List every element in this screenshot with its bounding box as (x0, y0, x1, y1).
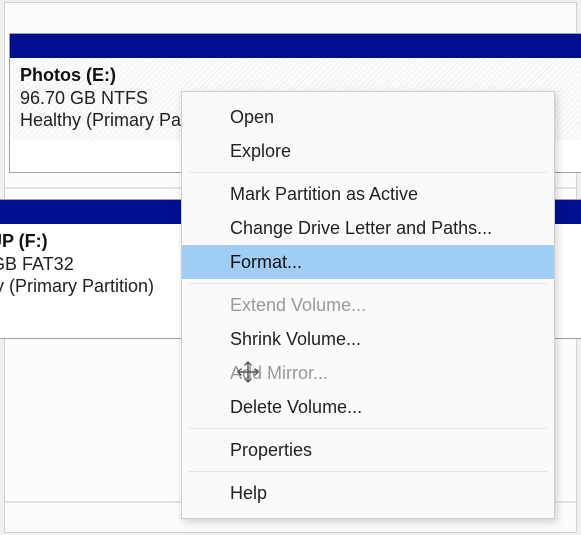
menu-item-properties[interactable]: Properties (182, 433, 554, 467)
menu-item-open[interactable]: Open (182, 100, 554, 134)
menu-separator (188, 471, 548, 472)
menu-item-change-drive-paths[interactable]: Change Drive Letter and Paths... (182, 211, 554, 245)
menu-item-add-mirror: Add Mirror... (182, 356, 554, 390)
menu-item-shrink-volume[interactable]: Shrink Volume... (182, 322, 554, 356)
menu-item-help[interactable]: Help (182, 476, 554, 510)
partition-title: Photos (E:) (20, 64, 581, 87)
menu-item-delete-volume[interactable]: Delete Volume... (182, 390, 554, 424)
menu-separator (188, 283, 548, 284)
menu-item-mark-active[interactable]: Mark Partition as Active (182, 177, 554, 211)
menu-separator (188, 172, 548, 173)
context-menu: Open Explore Mark Partition as Active Ch… (181, 91, 555, 519)
menu-item-extend-volume: Extend Volume... (182, 288, 554, 322)
disk-management-pane: Photos (E:) 96.70 GB NTFS Healthy (Prima… (4, 2, 577, 533)
menu-item-explore[interactable]: Explore (182, 134, 554, 168)
menu-separator (188, 428, 548, 429)
partition-header-bar (10, 34, 581, 58)
menu-item-format[interactable]: Format... (182, 245, 554, 279)
